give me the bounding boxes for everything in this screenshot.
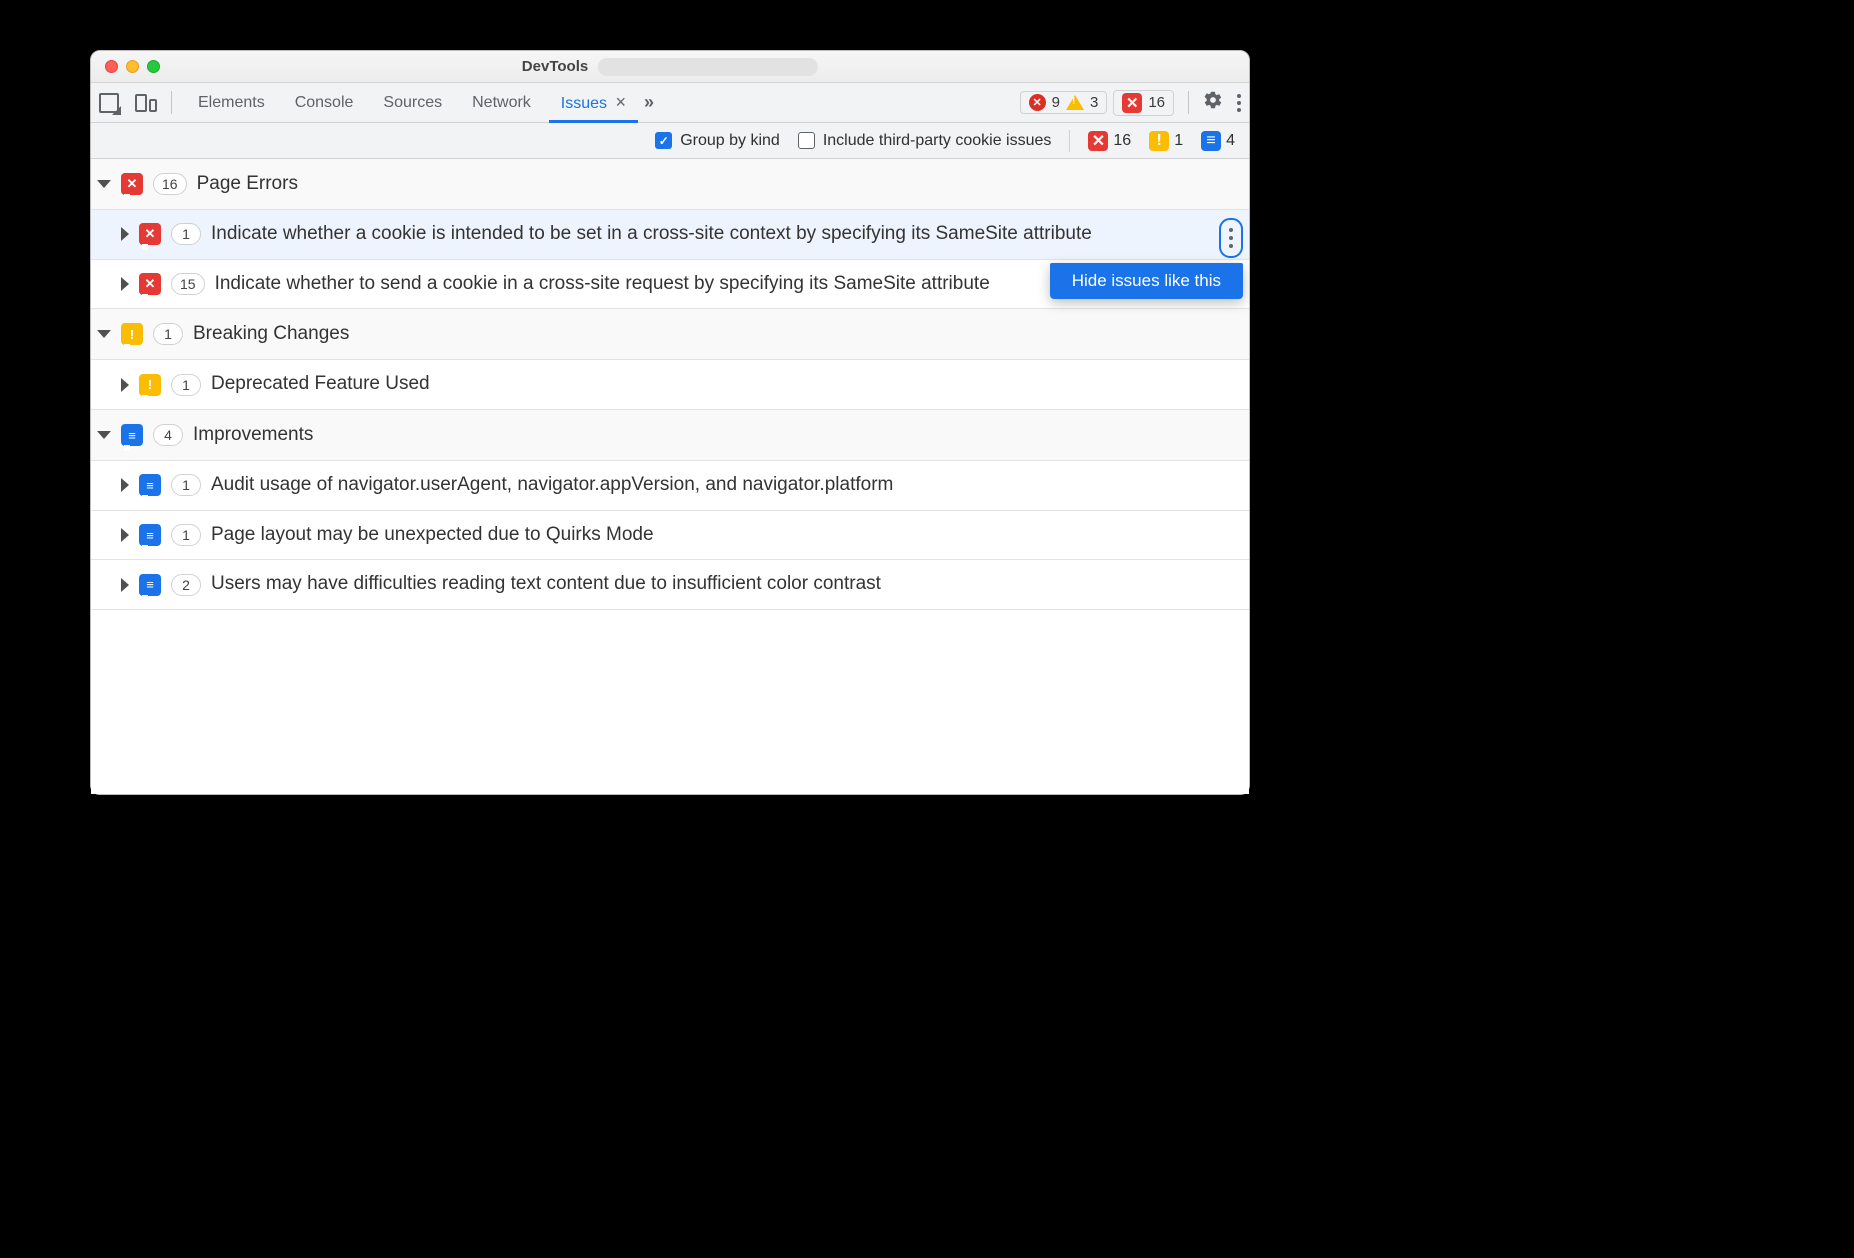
issue-text: Page layout may be unexpected due to Qui… [211, 523, 1239, 548]
error-count: 9 [1052, 94, 1060, 111]
issue-row-user-agent-audit[interactable]: ≡ 1 Audit usage of navigator.userAgent, … [91, 461, 1249, 511]
issue-count: 2 [171, 574, 201, 596]
issue-text: Users may have difficulties reading text… [211, 572, 1239, 597]
chevron-down-icon [97, 431, 111, 439]
warning-count: 3 [1090, 94, 1098, 111]
group-improvements[interactable]: ≡ 4 Improvements [91, 410, 1249, 461]
url-redacted-pill [598, 58, 818, 76]
chevron-right-icon [121, 277, 129, 291]
issues-list: ✕ 16 Page Errors ✕ 1 Indicate whether a … [91, 159, 1249, 794]
chevron-down-icon [97, 180, 111, 188]
error-circle-icon: ✕ [1029, 94, 1046, 111]
tab-sources[interactable]: Sources [371, 94, 454, 112]
checkbox-checked-icon: ✓ [655, 132, 672, 149]
tab-network[interactable]: Network [460, 94, 543, 112]
more-tabs-icon[interactable]: » [644, 92, 651, 113]
tab-issues[interactable]: Issues × [549, 92, 638, 113]
separator [171, 91, 172, 114]
close-window-button[interactable] [105, 60, 118, 73]
issue-text: Indicate whether a cookie is intended to… [211, 222, 1239, 247]
window-title: DevTools [522, 58, 588, 75]
chevron-right-icon [121, 378, 129, 392]
include-third-party-checkbox[interactable]: Include third-party cookie issues [798, 132, 1052, 150]
warning-triangle-icon [1066, 95, 1084, 110]
issue-count: 1 [171, 474, 201, 496]
inspect-element-icon[interactable] [99, 93, 119, 113]
tab-elements[interactable]: Elements [186, 94, 277, 112]
breaking-bubble-icon: ! [139, 374, 161, 396]
hide-issues-popover[interactable]: Hide issues like this [1050, 263, 1243, 299]
issues-capsule[interactable]: ✕ 16 [1113, 90, 1174, 116]
error-bubble-icon: ✕ [139, 273, 161, 295]
separator [1188, 91, 1189, 114]
group-count: 4 [153, 424, 183, 446]
settings-gear-icon[interactable] [1203, 90, 1223, 115]
issues-error-icon: ✕ [1122, 93, 1142, 113]
devtools-window: DevTools Elements Console Sources Networ… [90, 50, 1250, 795]
issue-count: 15 [171, 273, 205, 295]
chevron-right-icon [121, 578, 129, 592]
issue-row-deprecated-feature[interactable]: ! 1 Deprecated Feature Used [91, 360, 1249, 410]
issue-text: Deprecated Feature Used [211, 372, 1239, 397]
issue-count: 1 [171, 223, 201, 245]
improvement-square-icon: ≡ [1201, 131, 1221, 151]
hide-issues-label: Hide issues like this [1072, 271, 1221, 290]
error-bubble-icon: ✕ [121, 173, 143, 195]
issue-text: Audit usage of navigator.userAgent, navi… [211, 473, 1239, 498]
filter-errors-count: 16 [1113, 132, 1131, 150]
issue-row-samesite-set[interactable]: ✕ 1 Indicate whether a cookie is intende… [91, 210, 1249, 260]
zoom-window-button[interactable] [147, 60, 160, 73]
issue-kebab-menu-highlighted[interactable] [1219, 218, 1243, 258]
improvement-bubble-icon: ≡ [139, 524, 161, 546]
tab-issues-label: Issues [561, 95, 607, 112]
issue-row-quirks-mode[interactable]: ≡ 1 Page layout may be unexpected due to… [91, 511, 1249, 561]
improvement-bubble-icon: ≡ [139, 474, 161, 496]
group-count: 1 [153, 323, 183, 345]
include-third-party-label: Include third-party cookie issues [823, 132, 1052, 150]
group-label: Page Errors [197, 173, 298, 195]
group-label: Breaking Changes [193, 323, 349, 345]
issue-row-color-contrast[interactable]: ≡ 2 Users may have difficulties reading … [91, 560, 1249, 610]
filter-improvements-counter[interactable]: ≡ 4 [1201, 131, 1235, 151]
chevron-right-icon [121, 528, 129, 542]
tab-console[interactable]: Console [283, 94, 366, 112]
filter-breaking-counter[interactable]: ! 1 [1149, 131, 1183, 151]
group-page-errors[interactable]: ✕ 16 Page Errors [91, 159, 1249, 210]
group-count: 16 [153, 173, 187, 195]
console-error-warning-capsule[interactable]: ✕ 9 3 [1020, 91, 1108, 114]
breaking-square-icon: ! [1149, 131, 1169, 151]
issues-error-count: 16 [1148, 94, 1165, 111]
close-tab-icon[interactable]: × [616, 92, 627, 112]
window-controls [105, 60, 160, 73]
group-label: Improvements [193, 424, 313, 446]
group-breaking-changes[interactable]: ! 1 Breaking Changes [91, 309, 1249, 360]
checkbox-unchecked-icon [798, 132, 815, 149]
breaking-bubble-icon: ! [121, 323, 143, 345]
separator [1069, 130, 1070, 152]
titlebar: DevTools [91, 51, 1249, 83]
issues-filter-bar: ✓ Group by kind Include third-party cook… [91, 123, 1249, 159]
kebab-menu-icon[interactable] [1237, 94, 1241, 112]
improvement-bubble-icon: ≡ [121, 424, 143, 446]
device-toolbar-icon[interactable] [135, 94, 157, 112]
issue-count: 1 [171, 374, 201, 396]
minimize-window-button[interactable] [126, 60, 139, 73]
chevron-right-icon [121, 478, 129, 492]
filter-improvements-count: 4 [1226, 132, 1235, 150]
group-by-kind-checkbox[interactable]: ✓ Group by kind [655, 132, 780, 150]
error-square-icon: ✕ [1088, 131, 1108, 151]
issue-count: 1 [171, 524, 201, 546]
filter-breaking-count: 1 [1174, 132, 1183, 150]
improvement-bubble-icon: ≡ [139, 574, 161, 596]
chevron-right-icon [121, 227, 129, 241]
main-toolbar: Elements Console Sources Network Issues … [91, 83, 1249, 123]
chevron-down-icon [97, 330, 111, 338]
filter-errors-counter[interactable]: ✕ 16 [1088, 131, 1131, 151]
group-by-kind-label: Group by kind [680, 132, 780, 150]
error-bubble-icon: ✕ [139, 223, 161, 245]
